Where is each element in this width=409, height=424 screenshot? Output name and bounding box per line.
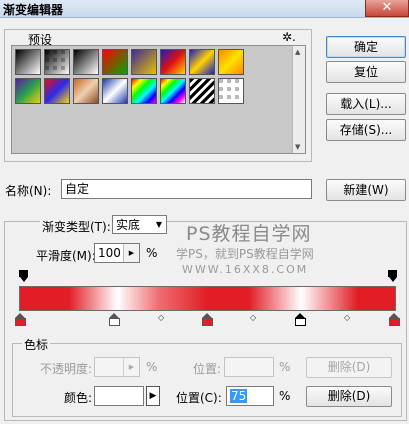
stops-label: 色标 — [22, 336, 51, 353]
color-location-value: 75 — [230, 389, 248, 403]
opacity-stop-left[interactable] — [19, 270, 28, 282]
preset-swatch[interactable] — [189, 78, 215, 104]
preset-swatch[interactable] — [189, 49, 215, 75]
presets-grid: ▲ ▼ — [11, 45, 306, 154]
preset-swatch[interactable] — [160, 49, 186, 75]
delete-color-stop-button[interactable]: 删除(D) — [306, 386, 392, 407]
preset-swatch[interactable] — [218, 78, 244, 104]
color-location-label: 位置(C): — [176, 391, 222, 405]
preset-swatch[interactable] — [73, 49, 99, 75]
gradient-type-select[interactable]: 实底 ▼ — [112, 215, 167, 234]
color-swatch[interactable] — [94, 386, 144, 406]
window-title: 渐变编辑器 — [3, 3, 64, 17]
save-button[interactable]: 存储(S)... — [326, 119, 406, 141]
opacity-dropdown-icon[interactable]: ▶ — [123, 358, 139, 376]
preset-swatch[interactable] — [15, 78, 41, 104]
gradient-type-value: 实底 — [116, 218, 141, 232]
opacity-stop-right[interactable] — [388, 270, 397, 282]
color-location-unit: % — [279, 389, 291, 403]
preset-swatch[interactable] — [131, 78, 157, 104]
watermark-title: PS教程自学网 — [186, 223, 312, 245]
watermark-url: WWW.16XX8.COM — [182, 263, 309, 276]
watermark-subtitle: 学PS，就到PS教程自学网 — [176, 247, 314, 261]
preset-swatch[interactable] — [73, 78, 99, 104]
opacity-location-unit: % — [279, 360, 291, 374]
close-button[interactable]: ✕ — [365, 0, 409, 17]
color-location-input[interactable]: 75 — [226, 386, 274, 406]
close-icon: ✕ — [381, 0, 393, 15]
smoothness-label: 平滑度(M): — [36, 249, 96, 263]
preset-swatch[interactable] — [160, 78, 186, 104]
load-button[interactable]: 载入(L)... — [326, 93, 406, 115]
presets-scrollbar[interactable]: ▲ ▼ — [292, 46, 305, 153]
preset-swatch[interactable] — [15, 49, 41, 75]
chevron-down-icon: ▼ — [155, 220, 162, 229]
smoothness-value: 100 — [98, 246, 121, 260]
opacity-location-input[interactable] — [224, 357, 274, 377]
color-stop-3[interactable] — [202, 313, 213, 326]
color-stop-1[interactable] — [15, 313, 26, 326]
midpoint-diamond-2[interactable]: ◇ — [250, 313, 256, 322]
color-stop-2[interactable] — [109, 313, 120, 326]
preset-swatch[interactable] — [218, 49, 244, 75]
smoothness-input[interactable]: 100 ▶ — [94, 243, 140, 263]
midpoint-diamond-3[interactable]: ◇ — [344, 313, 350, 322]
smoothness-dropdown-icon[interactable]: ▶ — [123, 244, 139, 262]
preset-swatch[interactable] — [131, 49, 157, 75]
reset-button[interactable]: 复位 — [326, 61, 406, 83]
color-label: 颜色: — [64, 391, 93, 405]
ok-button[interactable]: 确定 — [326, 36, 406, 58]
gradient-type-label: 渐变类型(T): — [40, 218, 113, 235]
opacity-location-label: 位置: — [193, 362, 222, 376]
preset-swatch[interactable] — [102, 49, 128, 75]
preset-swatch[interactable] — [102, 78, 128, 104]
name-label: 名称(N): — [5, 184, 52, 198]
opacity-input[interactable]: ▶ — [94, 357, 140, 377]
preset-swatch[interactable] — [44, 49, 70, 75]
color-stop-4-selected[interactable] — [295, 313, 306, 326]
gradient-preview-bar[interactable] — [19, 286, 396, 311]
color-stop-5[interactable] — [389, 313, 400, 326]
new-button[interactable]: 新建(W) — [326, 179, 406, 201]
preset-swatch[interactable] — [44, 78, 70, 104]
color-dropdown-icon[interactable]: ▶ — [146, 386, 160, 406]
name-input[interactable]: 自定 — [61, 179, 312, 199]
delete-opacity-stop-button[interactable]: 删除(D) — [306, 357, 392, 378]
opacity-label: 不透明度: — [40, 362, 93, 376]
smoothness-unit: % — [146, 246, 158, 260]
title-bar: 渐变编辑器 ✕ — [0, 0, 409, 18]
presets-menu-icon[interactable]: ✲. — [282, 30, 296, 44]
opacity-unit: % — [146, 360, 158, 374]
midpoint-diamond-1[interactable]: ◇ — [158, 313, 164, 322]
scroll-down-arrow-icon[interactable]: ▼ — [295, 143, 300, 151]
scroll-up-arrow-icon[interactable]: ▲ — [295, 48, 300, 56]
